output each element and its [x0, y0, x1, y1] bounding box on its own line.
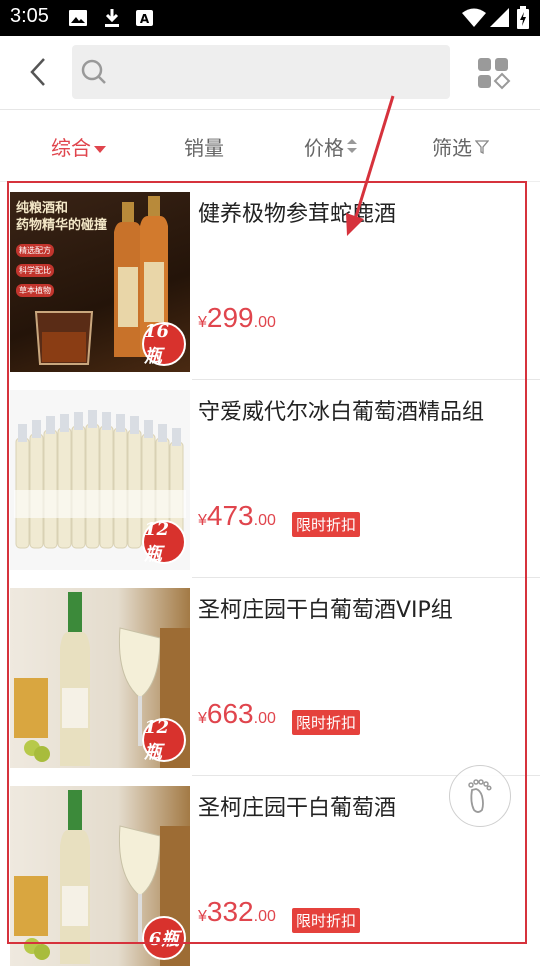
discount-badge: 限时折扣: [292, 710, 361, 735]
tab-label: 销量: [184, 136, 224, 160]
tab-price[interactable]: 价格: [304, 132, 357, 161]
grid-view-icon: [478, 58, 511, 90]
price-decimal: .00: [253, 512, 276, 529]
product-price: ¥663.00: [198, 698, 276, 730]
tab-label: 筛选: [432, 136, 472, 160]
search-box[interactable]: [72, 45, 450, 99]
tab-label: 综合: [51, 136, 91, 160]
product-image: 纯粮酒和 药物精华的碰撞 精选配方 科学配比 草本植物 16瓶: [10, 192, 190, 372]
price-symbol: ¥: [198, 512, 207, 529]
image-icon: [68, 8, 88, 32]
battery-icon: [516, 6, 530, 34]
bottle-count-badge: 12瓶: [142, 519, 186, 565]
download-icon: [102, 8, 122, 32]
product-item[interactable]: 12瓶 守爱威代尔冰白葡萄酒精品组 ¥473.00 限时折扣: [0, 380, 540, 578]
discount-badge: 限时折扣: [292, 512, 361, 537]
price-integer: 299: [206, 302, 254, 333]
search-header: [0, 36, 540, 110]
discount-badge: 限时折扣: [292, 908, 361, 933]
status-bar: 3:05 A: [0, 0, 540, 36]
price-decimal: .00: [253, 908, 276, 925]
search-icon: [80, 58, 108, 90]
wifi-icon: [462, 8, 486, 32]
filter-icon: [474, 135, 490, 159]
product-image: 12瓶: [10, 390, 190, 570]
signal-icon: [490, 8, 510, 32]
bottle-count-badge: 12瓶: [142, 717, 186, 763]
price-integer: 663: [206, 698, 254, 729]
sort-updown-icon: [347, 135, 357, 159]
price-decimal: .00: [253, 314, 276, 331]
product-price: ¥332.00: [198, 896, 276, 928]
product-image: 12瓶: [10, 588, 190, 768]
sort-tabs: 综合 销量 价格 筛选: [0, 110, 540, 182]
footprint-icon: [468, 779, 492, 813]
back-button[interactable]: [20, 52, 56, 92]
bottle-count-badge: 16瓶: [142, 321, 186, 367]
footprint-button[interactable]: [449, 765, 511, 827]
chevron-left-icon: [30, 58, 45, 86]
price-integer: 332: [206, 896, 254, 927]
product-image: 6瓶: [10, 786, 190, 966]
product-item[interactable]: 纯粮酒和 药物精华的碰撞 精选配方 科学配比 草本植物 16瓶 健养极物参茸蛇鹿…: [0, 182, 540, 380]
price-symbol: ¥: [198, 710, 207, 727]
tab-label: 价格: [304, 136, 344, 160]
product-name: 圣柯庄园干白葡萄酒VIP组: [198, 598, 453, 623]
product-name: 守爱威代尔冰白葡萄酒精品组: [198, 400, 485, 425]
bottle-count-badge: 6瓶: [142, 916, 186, 960]
tab-comprehensive[interactable]: 综合: [51, 132, 106, 161]
tab-sales[interactable]: 销量: [184, 132, 224, 161]
price-integer: 473: [206, 500, 254, 531]
search-input[interactable]: [116, 45, 436, 99]
product-name: 健养极物参茸蛇鹿酒: [198, 202, 397, 227]
price-decimal: .00: [253, 710, 276, 727]
price-symbol: ¥: [198, 314, 207, 331]
svg-text:A: A: [140, 12, 150, 26]
price-symbol: ¥: [198, 908, 207, 925]
layout-toggle-button[interactable]: [474, 54, 514, 94]
product-price: ¥473.00: [198, 500, 276, 532]
product-price: ¥299.00: [198, 302, 276, 334]
product-item[interactable]: 12瓶 圣柯庄园干白葡萄酒VIP组 ¥663.00 限时折扣: [0, 578, 540, 776]
a-box-icon: A: [135, 8, 155, 32]
status-time: 3:05: [10, 5, 49, 27]
caret-down-icon: [94, 135, 106, 159]
tab-filter[interactable]: 筛选: [432, 132, 490, 161]
